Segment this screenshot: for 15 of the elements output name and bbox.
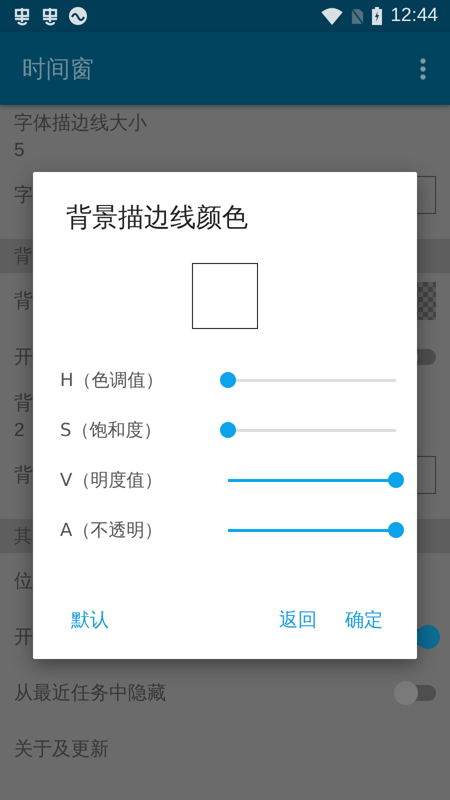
dialog-button[interactable]: 返回: [265, 601, 331, 639]
slider-label: S（饱和度）: [60, 419, 162, 442]
wifi-icon: [321, 8, 344, 24]
color-swatch: [192, 263, 258, 329]
dialog-button[interactable]: 默认: [57, 601, 123, 639]
slider-label: A（不透明）: [60, 519, 164, 542]
dialog-title: 背景描边线颜色: [65, 202, 249, 235]
more-options-icon[interactable]: [420, 58, 426, 80]
clock-time: 12:44: [390, 5, 438, 27]
battery-charging-icon: [372, 7, 382, 25]
app-title: 时间窗: [22, 54, 94, 84]
slider-label: V（明度值）: [60, 469, 164, 492]
no-sim-icon: [351, 8, 364, 24]
dialog-button[interactable]: 确定: [331, 601, 397, 639]
slider-label: H（色调值）: [60, 369, 165, 392]
